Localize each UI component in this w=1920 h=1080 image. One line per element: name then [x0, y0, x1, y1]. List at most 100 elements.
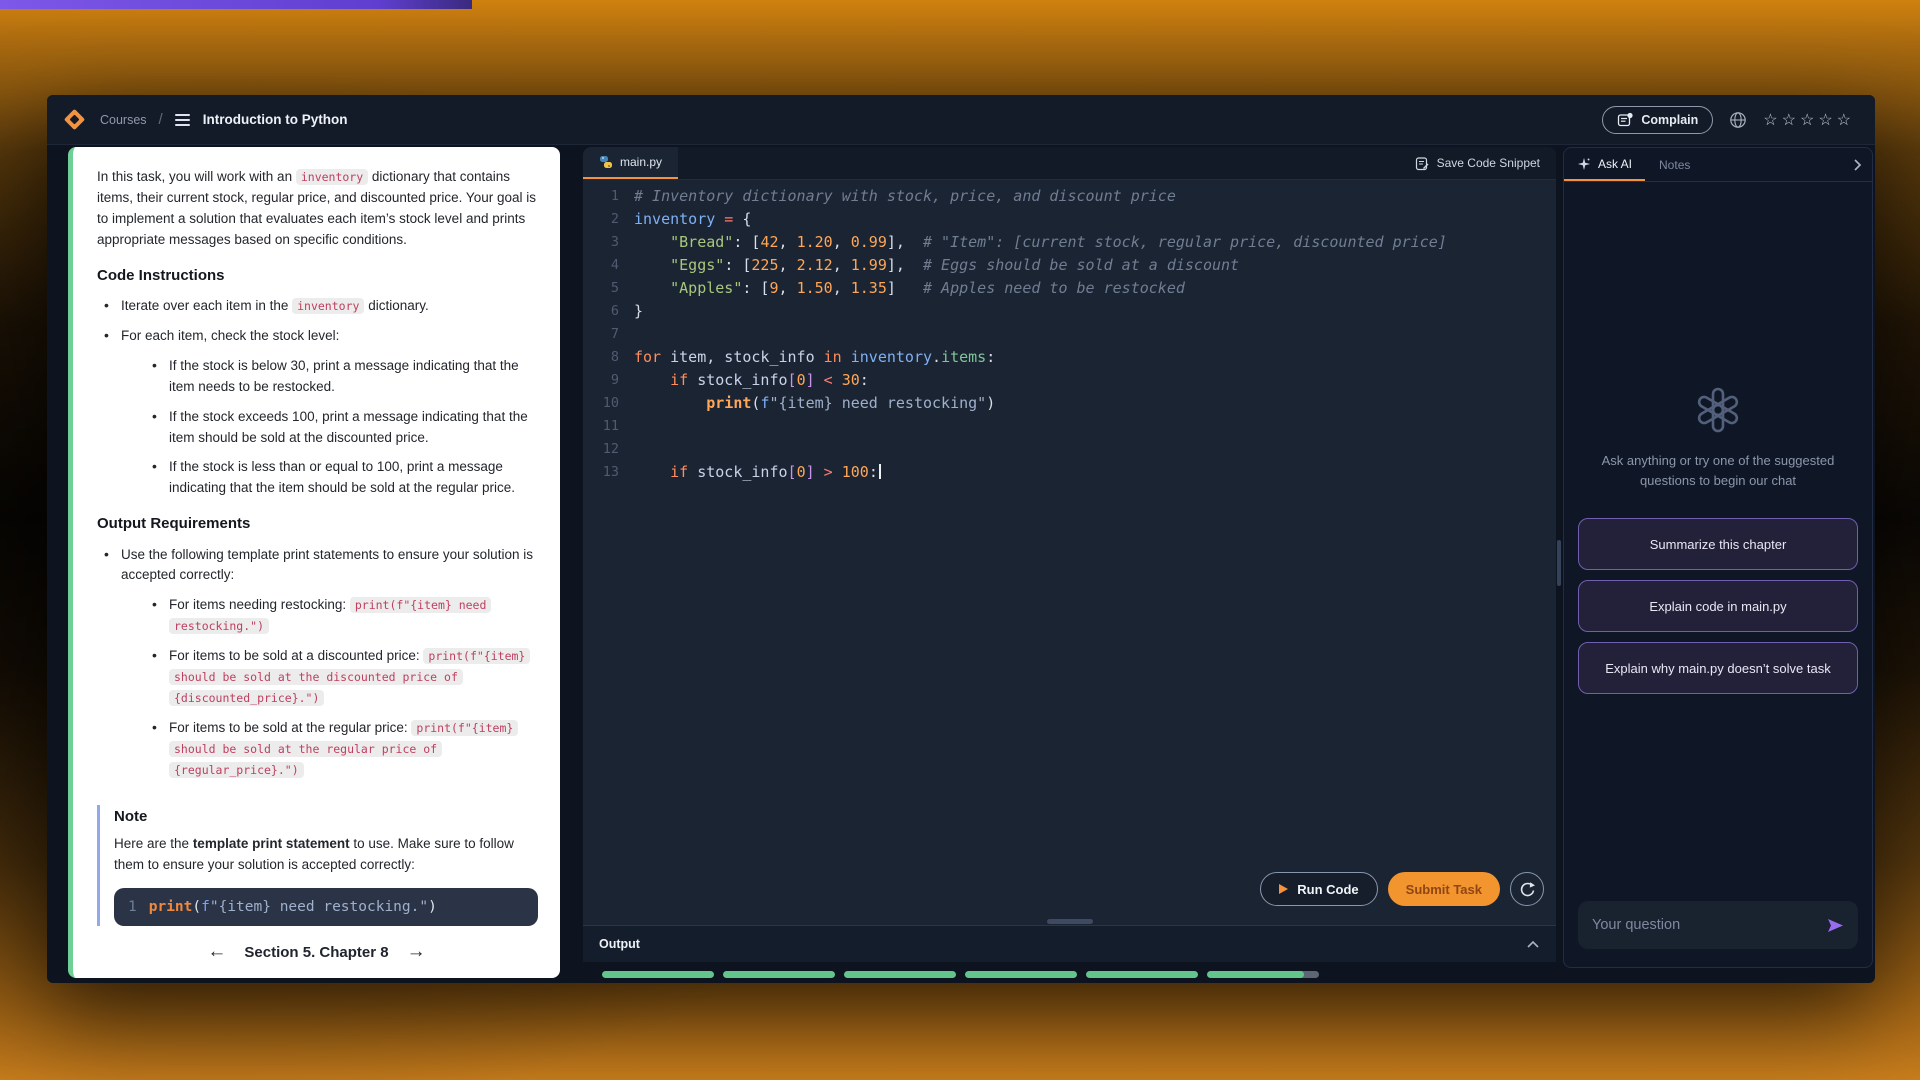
- sparkle-icon: [1577, 157, 1591, 171]
- code-line[interactable]: 10 print(f"{item} need restocking"): [583, 392, 1556, 415]
- chapter-navigation: ← Section 5. Chapter 8 →: [73, 931, 560, 978]
- menu-icon[interactable]: [175, 114, 190, 126]
- star-icon[interactable]: ☆: [1837, 112, 1855, 129]
- code-line[interactable]: 4 "Eggs": [225, 2.12, 1.99], # Eggs shou…: [583, 254, 1556, 277]
- chevron-right-icon: [1853, 158, 1862, 172]
- save-snippet-label: Save Code Snippet: [1437, 156, 1540, 170]
- tab-main-py[interactable]: main.py: [583, 147, 678, 179]
- breadcrumb-courses[interactable]: Courses: [100, 113, 147, 127]
- ai-empty-text: Ask anything or try one of the suggested…: [1592, 451, 1844, 490]
- progress-segment: [844, 971, 956, 978]
- inline-code-inventory: inventory: [296, 169, 368, 185]
- collapse-panel-button[interactable]: [1853, 148, 1872, 181]
- scrollbar-thumb[interactable]: [1557, 540, 1561, 586]
- code-line[interactable]: 8for item, stock_info in inventory.items…: [583, 346, 1556, 369]
- code-line[interactable]: 1# Inventory dictionary with stock, pric…: [583, 185, 1556, 208]
- progress-segment: [965, 971, 1077, 978]
- line-number: 7: [583, 323, 619, 346]
- section-heading-code-instructions: Code Instructions: [97, 264, 542, 287]
- play-icon: [1279, 884, 1288, 894]
- ai-question-input-wrap: [1578, 901, 1858, 949]
- app-window: Courses / Introduction to Python Complai…: [47, 95, 1875, 983]
- complain-button[interactable]: Complain: [1602, 106, 1713, 134]
- save-code-snippet-button[interactable]: Save Code Snippet: [1415, 147, 1540, 179]
- code-line[interactable]: 5 "Apples": [9, 1.50, 1.35] # Apples nee…: [583, 277, 1556, 300]
- star-icon[interactable]: ☆: [1818, 112, 1836, 129]
- ai-suggestion-button[interactable]: Explain code in main.py: [1578, 580, 1858, 632]
- list-item: For each item, check the stock level: If…: [97, 326, 542, 499]
- code-line[interactable]: 6}: [583, 300, 1556, 323]
- task-content: In this task, you will work with an inve…: [73, 147, 560, 931]
- prev-chapter-button[interactable]: ←: [207, 941, 226, 963]
- complain-label: Complain: [1641, 113, 1698, 127]
- note-block: Note Here are the template print stateme…: [97, 805, 542, 927]
- ai-suggestions: Summarize this chapter Explain code in ma…: [1578, 518, 1858, 694]
- progress-segment: [1086, 971, 1198, 978]
- star-icon[interactable]: ☆: [1800, 112, 1818, 129]
- line-number: 2: [583, 208, 619, 231]
- submit-task-button[interactable]: Submit Task: [1388, 872, 1500, 906]
- python-icon: [599, 155, 613, 169]
- task-intro: In this task, you will work with an inve…: [97, 167, 542, 251]
- run-code-button[interactable]: Run Code: [1260, 872, 1377, 906]
- code-editor-panel: main.py Save Code Snippet 1# Inventory d…: [583, 147, 1556, 962]
- globe-icon[interactable]: [1729, 111, 1747, 129]
- top-bar: Courses / Introduction to Python Complai…: [47, 95, 1875, 145]
- star-icon[interactable]: ☆: [1782, 112, 1800, 129]
- note-body: Here are the template print statement to…: [114, 834, 542, 876]
- ai-question-input[interactable]: [1592, 917, 1827, 933]
- reset-code-button[interactable]: [1510, 872, 1544, 906]
- progress-segment: [602, 971, 714, 978]
- code-line[interactable]: 3 "Bread": [42, 1.20, 0.99], # "Item": […: [583, 231, 1556, 254]
- ai-empty-state: Ask anything or try one of the suggested…: [1592, 387, 1844, 490]
- code-area[interactable]: 1# Inventory dictionary with stock, pric…: [583, 180, 1556, 925]
- line-number: 3: [583, 231, 619, 254]
- line-number: 4: [583, 254, 619, 277]
- next-chapter-button[interactable]: →: [407, 941, 426, 963]
- list-item: For items needing restocking: print(f"{i…: [145, 595, 542, 637]
- ai-chat-body: Ask anything or try one of the suggested…: [1564, 182, 1872, 967]
- chapter-progress: [602, 971, 1319, 978]
- ai-panel: Ask AI Notes: [1563, 147, 1873, 968]
- ai-suggestion-button[interactable]: Summarize this chapter: [1578, 518, 1858, 570]
- send-question-button[interactable]: [1827, 918, 1844, 933]
- send-arrow-icon: [1827, 918, 1844, 933]
- list-item: If the stock is less than or equal to 10…: [145, 457, 542, 499]
- line-number: 6: [583, 300, 619, 323]
- complain-icon: [1617, 112, 1633, 128]
- list-item: For items to be sold at the regular pric…: [145, 718, 542, 781]
- inline-code-inventory: inventory: [292, 298, 364, 314]
- list-item: If the stock is below 30, print a messag…: [145, 356, 542, 398]
- code-line[interactable]: 13 if stock_info[0] > 100:: [583, 461, 1556, 484]
- ai-tab-bar: Ask AI Notes: [1564, 148, 1872, 182]
- notes-label: Notes: [1659, 158, 1690, 172]
- panel-drag-handle[interactable]: [1047, 919, 1093, 924]
- tab-notes[interactable]: Notes: [1645, 148, 1704, 181]
- output-collapse-button[interactable]: [1526, 940, 1540, 949]
- code-line[interactable]: 11: [583, 415, 1556, 438]
- line-number: 13: [583, 461, 619, 484]
- section-heading-output-requirements: Output Requirements: [97, 512, 542, 535]
- breadcrumb-separator: /: [159, 111, 163, 128]
- openai-logo-icon: [1695, 387, 1741, 433]
- ai-suggestion-button[interactable]: Explain why main.py doesn’t solve task: [1578, 642, 1858, 694]
- brand-logo-icon[interactable]: [64, 109, 85, 130]
- line-number: 9: [583, 369, 619, 392]
- tab-ask-ai[interactable]: Ask AI: [1564, 148, 1645, 181]
- rating-stars[interactable]: ☆☆☆☆☆: [1763, 110, 1855, 130]
- output-label: Output: [599, 937, 640, 951]
- code-line[interactable]: 2inventory = {: [583, 208, 1556, 231]
- task-panel: In this task, you will work with an inve…: [68, 147, 560, 978]
- text-cursor: [879, 464, 881, 479]
- line-number: 8: [583, 346, 619, 369]
- code-line[interactable]: 12: [583, 438, 1556, 461]
- code-line[interactable]: 9 if stock_info[0] < 30:: [583, 369, 1556, 392]
- editor-tab-bar: main.py Save Code Snippet: [583, 147, 1556, 180]
- output-bar[interactable]: Output: [583, 925, 1556, 962]
- progress-segment: [1207, 971, 1319, 978]
- section-chapter-label: Section 5. Chapter 8: [244, 944, 388, 961]
- note-title: Note: [114, 805, 542, 828]
- chevron-up-icon: [1526, 940, 1540, 949]
- star-icon[interactable]: ☆: [1763, 112, 1781, 129]
- code-line[interactable]: 7: [583, 323, 1556, 346]
